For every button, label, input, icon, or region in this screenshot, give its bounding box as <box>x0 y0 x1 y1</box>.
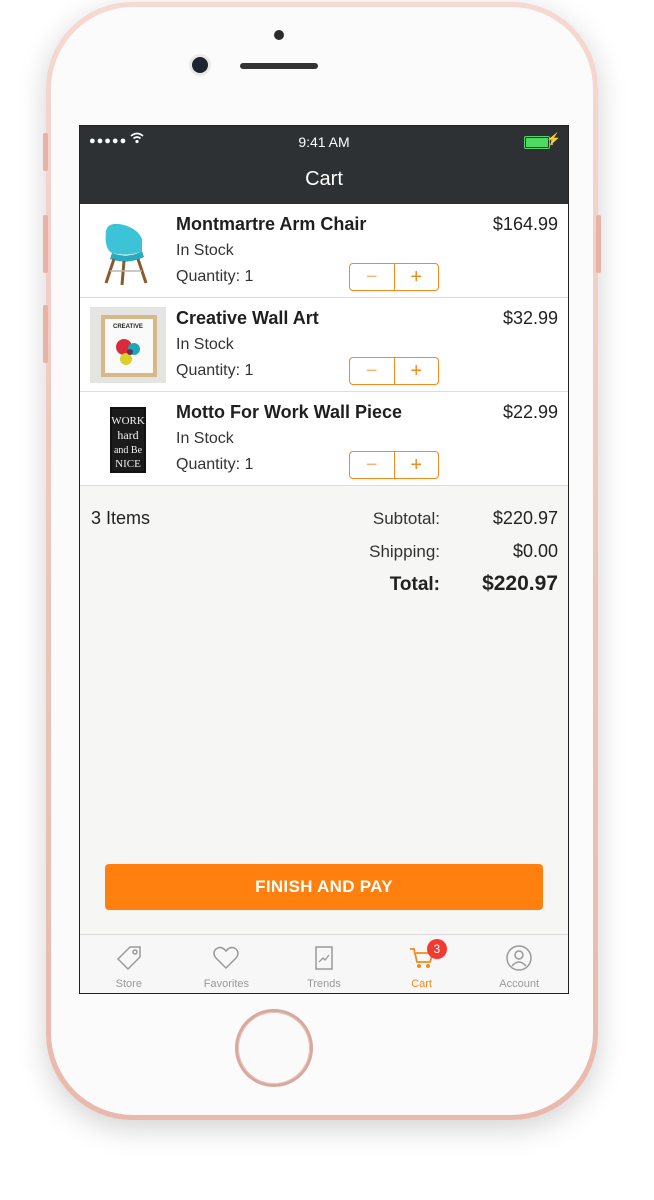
finish-and-pay-button[interactable]: FINISH AND PAY <box>105 864 543 910</box>
subtotal-label: Subtotal: <box>372 509 440 528</box>
cart-item[interactable]: WORK hard and Be NICE Motto For Work Wal… <box>80 392 568 486</box>
motto-line: hard <box>117 428 138 442</box>
trends-icon <box>315 946 333 970</box>
total-value: $220.97 <box>482 572 558 595</box>
tab-label: Cart <box>411 978 432 990</box>
increase-quantity-button[interactable]: + <box>395 452 439 478</box>
status-bar: ●●●●● 9:41 AM ⚡ <box>80 126 568 156</box>
item-quantity: Quantity: 1 <box>176 362 254 379</box>
status-time: 9:41 AM <box>298 134 350 150</box>
shipping-value: $0.00 <box>512 541 558 561</box>
tab-cart[interactable]: 3 Cart <box>373 935 471 993</box>
volume-up-button <box>43 215 48 273</box>
charging-icon: ⚡ <box>546 132 561 146</box>
item-price: $22.99 <box>502 402 558 422</box>
volume-down-button <box>43 305 48 363</box>
stock-status: In Stock <box>176 242 234 259</box>
motto-line: NICE <box>115 458 141 470</box>
increase-quantity-button[interactable]: + <box>395 358 439 384</box>
art-caption: CREATIVE <box>113 324 143 330</box>
item-count: 3 Items <box>91 508 151 528</box>
stock-status: In Stock <box>176 336 234 353</box>
tag-icon <box>116 946 141 971</box>
stock-status: In Stock <box>176 430 234 447</box>
tab-label: Trends <box>307 978 341 990</box>
motto-line: WORK <box>111 415 145 427</box>
front-sensor <box>274 30 284 40</box>
nav-bar: Cart <box>80 156 568 204</box>
item-quantity: Quantity: 1 <box>176 456 254 473</box>
cart-count-badge: 3 <box>426 939 447 959</box>
tab-favorites[interactable]: Favorites <box>178 935 276 993</box>
cart-item[interactable]: CREATIVE Creative Wall Art In Stock Quan… <box>80 298 568 392</box>
decrease-quantity-button[interactable]: − <box>350 452 395 478</box>
subtotal-value: $220.97 <box>492 508 558 528</box>
silent-switch <box>43 133 48 171</box>
item-price: $32.99 <box>502 308 558 328</box>
account-icon <box>506 945 532 971</box>
motto-line: and Be <box>114 445 143 456</box>
app-screen: ●●●●● 9:41 AM ⚡ Cart Montmartre Arm Chai… <box>79 125 569 994</box>
increase-quantity-button[interactable]: + <box>395 264 439 290</box>
item-name[interactable]: Motto For Work Wall Piece <box>176 402 402 423</box>
item-price: $164.99 <box>492 214 558 234</box>
motto-thumbnail: WORK hard and Be NICE <box>90 401 166 477</box>
decrease-quantity-button[interactable]: − <box>350 264 395 290</box>
tab-store[interactable]: Store <box>80 935 178 993</box>
quantity-stepper: − + <box>349 263 439 291</box>
front-camera <box>192 57 208 73</box>
tab-trends[interactable]: Trends <box>275 935 373 993</box>
item-name[interactable]: Creative Wall Art <box>176 308 319 329</box>
quantity-stepper: − + <box>349 451 439 479</box>
cart-item[interactable]: Montmartre Arm Chair In Stock Quantity: … <box>80 204 568 298</box>
page-title: Cart <box>305 168 343 190</box>
tab-label: Favorites <box>203 978 250 990</box>
earpiece-grille <box>240 63 318 69</box>
item-quantity: Quantity: 1 <box>176 268 254 285</box>
tab-label: Store <box>115 978 142 990</box>
shipping-label: Shipping: <box>369 542 440 561</box>
home-button[interactable] <box>238 1012 310 1084</box>
wall-art-thumbnail: CREATIVE <box>90 307 166 383</box>
quantity-stepper: − + <box>349 357 439 385</box>
tab-bar: Store Favorites Trends 3 Cart Account <box>80 934 568 993</box>
heart-icon <box>213 946 240 970</box>
decrease-quantity-button[interactable]: − <box>350 358 395 384</box>
item-name[interactable]: Montmartre Arm Chair <box>176 214 366 235</box>
tab-label: Account <box>499 978 540 990</box>
total-label: Total: <box>389 574 440 595</box>
power-button <box>596 215 601 273</box>
chair-thumbnail <box>90 213 166 289</box>
tab-account[interactable]: Account <box>470 935 568 993</box>
